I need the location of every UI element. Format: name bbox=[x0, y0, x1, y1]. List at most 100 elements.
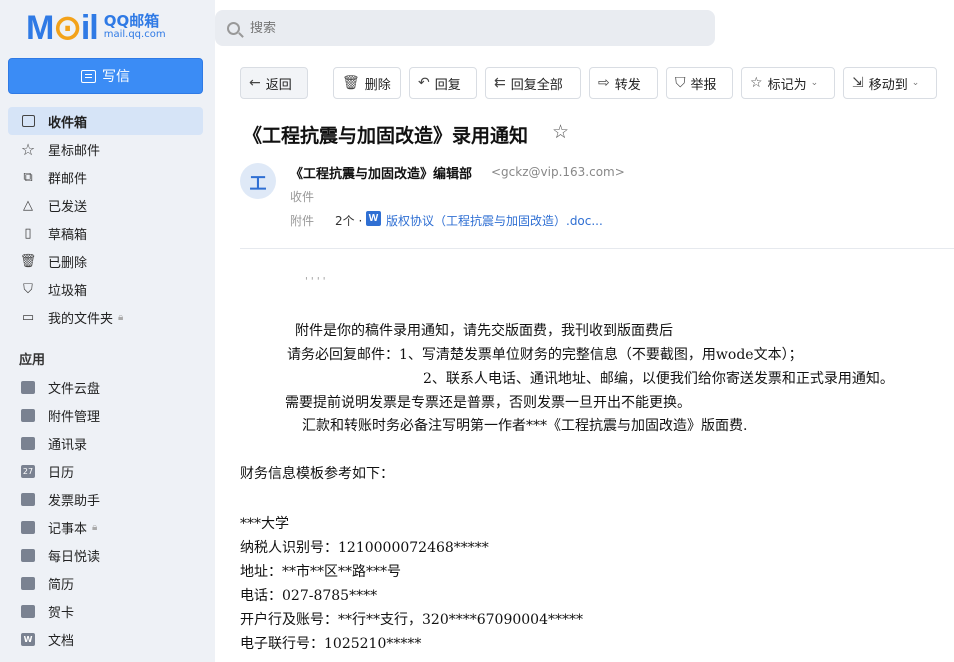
back-arrow-icon: ← bbox=[249, 75, 261, 91]
body-line: 附件是你的稿件录用通知，请先交版面费，我刊收到版面费后 bbox=[295, 323, 673, 339]
sidebar-item-docs[interactable]: W 文档 bbox=[8, 625, 203, 653]
sidebar-item-attachment-manager[interactable]: 附件管理 bbox=[8, 401, 203, 429]
clipped-text-fragment: ' ' ' ' bbox=[305, 276, 326, 287]
forward-button[interactable]: ⇨ 转发 bbox=[589, 67, 658, 99]
forward-icon: ⇨ bbox=[598, 75, 610, 91]
sidebar-item-starred[interactable]: ☆ 星标邮件 bbox=[8, 135, 203, 163]
compose-button[interactable]: 写信 bbox=[8, 58, 203, 94]
delete-button[interactable]: 🗑︎ 删除 bbox=[333, 67, 401, 99]
mailbox-nav: 收件箱 ☆ 星标邮件 ⧉ 群邮件 △ 已发送 ▯ 草稿箱 🗑︎ 已删除 ⛉ 垃圾… bbox=[8, 107, 203, 331]
move-to-label: 移动到 bbox=[868, 77, 908, 93]
body-line: 需要提前说明发票是专票还是普票，否则发票一旦开出不能更换。 bbox=[285, 395, 691, 411]
sidebar-item-calendar[interactable]: 27 日历 bbox=[8, 457, 203, 485]
group-mail-icon: ⧉ bbox=[23, 169, 33, 185]
reply-all-button[interactable]: ⇇ 回复全部 bbox=[485, 67, 581, 99]
search-icon bbox=[227, 21, 240, 35]
app-label: 记事本 bbox=[48, 521, 88, 537]
report-shield-icon: ⛉ bbox=[675, 75, 686, 91]
app-label: 文档 bbox=[48, 633, 75, 649]
nav-label: 群邮件 bbox=[48, 171, 88, 187]
header-divider bbox=[240, 248, 954, 249]
star-toggle-icon[interactable]: ☆ bbox=[552, 121, 569, 143]
sender-name[interactable]: 《工程抗震与加固改造》编辑部 bbox=[290, 163, 472, 182]
inbox-icon bbox=[20, 113, 36, 129]
cloud-drive-icon bbox=[20, 379, 36, 395]
word-doc-icon: W bbox=[366, 211, 381, 226]
sidebar-item-inbox[interactable]: 收件箱 bbox=[8, 107, 203, 135]
sidebar: M⊙il QQ邮箱 mail.qq.com 写信 收件箱 ☆ 星标邮件 ⧉ 群邮… bbox=[0, 0, 215, 662]
mark-as-dropdown[interactable]: ☆ 标记为 ⌄ bbox=[741, 67, 835, 99]
app-label: 贺卡 bbox=[48, 605, 75, 621]
chevron-down-icon: ⌄ bbox=[810, 78, 819, 88]
sidebar-item-deleted[interactable]: 🗑︎ 已删除 bbox=[8, 247, 203, 275]
calendar-icon: 27 bbox=[21, 464, 35, 478]
logo-url: mail.qq.com bbox=[103, 29, 166, 40]
app-label: 每日悦读 bbox=[48, 549, 101, 565]
delete-label: 删除 bbox=[364, 77, 391, 93]
app-label: 文件云盘 bbox=[48, 381, 101, 397]
reply-icon: ↶ bbox=[418, 75, 430, 91]
sender-email: <gckz@vip.163.com> bbox=[491, 165, 625, 179]
logo-wordmark: M⊙il bbox=[26, 9, 99, 47]
sidebar-item-sent[interactable]: △ 已发送 bbox=[8, 191, 203, 219]
back-label: 返回 bbox=[265, 77, 292, 93]
compose-label: 写信 bbox=[102, 69, 130, 85]
sidebar-item-group-mail[interactable]: ⧉ 群邮件 bbox=[8, 163, 203, 191]
reply-button[interactable]: ↶ 回复 bbox=[409, 67, 477, 99]
body-line: 地址：**市**区**路***号 bbox=[240, 564, 401, 580]
recipient-label: 收件 bbox=[290, 190, 315, 204]
reply-label: 回复 bbox=[434, 77, 461, 93]
body-line: 2、联系人电话、通讯地址、邮编，以便我们给你寄送发票和正式录用通知。 bbox=[423, 371, 894, 387]
mark-as-label: 标记为 bbox=[767, 77, 807, 93]
move-folder-icon: ⇲ bbox=[852, 75, 864, 91]
apps-heading: 应用 bbox=[19, 353, 46, 368]
body-line: 请务必回复邮件：1、写清楚发票单位财务的完整信息（不要截图，用wode文本）； bbox=[287, 347, 803, 363]
app-label: 简历 bbox=[48, 577, 75, 593]
body-line: 纳税人识别号：1210000072468***** bbox=[240, 540, 489, 556]
back-button[interactable]: ← 返回 bbox=[240, 67, 308, 99]
search-bar[interactable] bbox=[215, 10, 715, 46]
sidebar-item-greeting-card[interactable]: 贺卡 bbox=[8, 597, 203, 625]
spam-icon: ⛉ bbox=[23, 281, 33, 297]
sidebar-item-contacts[interactable]: 通讯录 bbox=[8, 429, 203, 457]
sidebar-item-cloud-drive[interactable]: 文件云盘 bbox=[8, 373, 203, 401]
body-line: 财务信息模板参考如下： bbox=[240, 466, 394, 482]
app-label: 附件管理 bbox=[48, 409, 101, 425]
sidebar-item-daily-reading[interactable]: 每日悦读 bbox=[8, 541, 203, 569]
sidebar-item-notepad[interactable]: 记事本 🔒︎ bbox=[8, 513, 203, 541]
apps-nav: 文件云盘 附件管理 通讯录 27 日历 发票助手 记事本 🔒︎ 每日悦读 简历 … bbox=[8, 373, 203, 653]
trash-icon: 🗑︎ bbox=[342, 75, 360, 91]
attachment-link[interactable]: 版权协议（工程抗震与加固改造）.doc... bbox=[386, 212, 603, 229]
search-input[interactable] bbox=[250, 20, 650, 36]
nav-label: 草稿箱 bbox=[48, 227, 88, 243]
logo-cn: QQ邮箱 bbox=[103, 12, 160, 30]
greeting-card-icon bbox=[20, 603, 36, 619]
sidebar-item-resume[interactable]: 简历 bbox=[8, 569, 203, 597]
body-line: 电子联行号：1025210***** bbox=[240, 636, 422, 652]
chevron-down-icon: ⌄ bbox=[911, 78, 920, 88]
invoice-icon bbox=[20, 491, 36, 507]
body-line: 电话：027-8785**** bbox=[240, 588, 378, 604]
nav-label: 已发送 bbox=[48, 199, 88, 215]
sidebar-item-invoice[interactable]: 发票助手 bbox=[8, 485, 203, 513]
body-line: ***大学 bbox=[240, 516, 289, 532]
nav-label: 星标邮件 bbox=[48, 143, 101, 159]
sidebar-item-drafts[interactable]: ▯ 草稿箱 bbox=[8, 219, 203, 247]
nav-label: 已删除 bbox=[48, 255, 88, 271]
star-icon: ☆ bbox=[20, 139, 36, 159]
move-to-dropdown[interactable]: ⇲ 移动到 ⌄ bbox=[843, 67, 937, 99]
mail-subject: 《工程抗震与加固改造》录用通知 bbox=[243, 125, 529, 147]
folder-icon: ▭ bbox=[21, 309, 35, 325]
sidebar-item-spam[interactable]: ⛉ 垃圾箱 bbox=[8, 275, 203, 303]
sender-avatar[interactable]: 工 bbox=[240, 163, 276, 199]
body-line: 汇款和转账时务必备注写明第一作者***《工程抗震与加固改造》版面费. bbox=[302, 418, 748, 434]
reply-all-label: 回复全部 bbox=[510, 77, 563, 93]
docs-icon: W bbox=[20, 631, 36, 647]
trash-icon: 🗑︎ bbox=[19, 253, 37, 269]
qq-mail-logo[interactable]: M⊙il QQ邮箱 mail.qq.com bbox=[26, 10, 166, 46]
lock-icon: 🔒︎ bbox=[92, 521, 98, 533]
attachment-count: 2个 · bbox=[335, 214, 363, 228]
report-button[interactable]: ⛉ 举报 bbox=[666, 67, 733, 99]
sidebar-item-my-folders[interactable]: ▭ 我的文件夹 🔒︎ bbox=[8, 303, 203, 331]
app-label: 日历 bbox=[48, 465, 75, 481]
